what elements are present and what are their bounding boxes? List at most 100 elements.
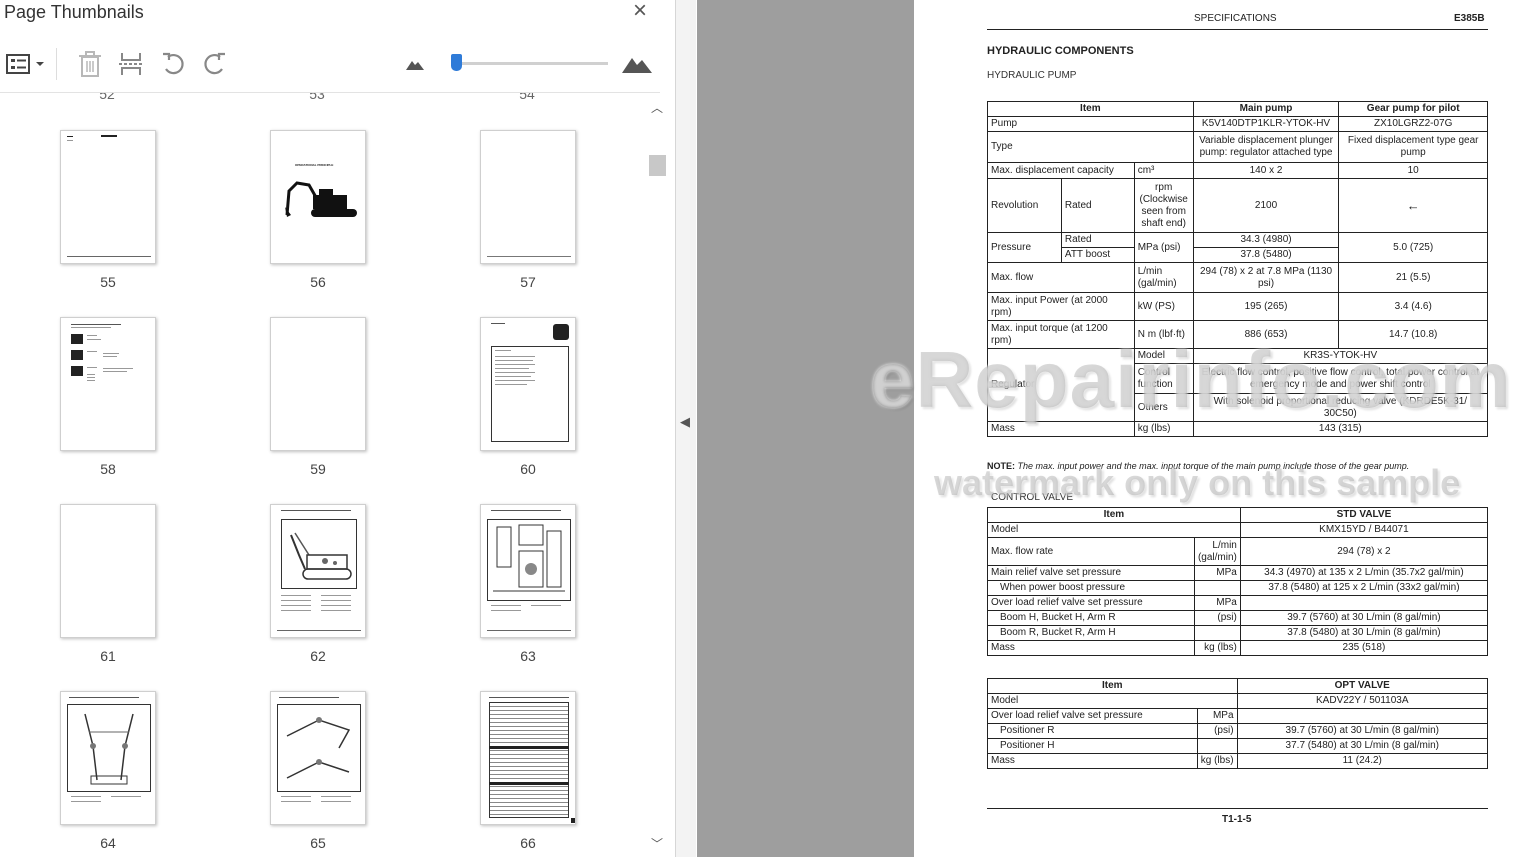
table-cell: Max. input torque (at 1200 rpm) bbox=[987, 320, 1135, 349]
table-cell: Others bbox=[1133, 393, 1194, 422]
thumbnail-label: 66 bbox=[520, 835, 536, 851]
table-cell: KMX15YD / B44071 bbox=[1239, 522, 1489, 538]
page-thumbnail[interactable]: OPERATIONAL PRINCIPLE bbox=[270, 130, 366, 264]
page-thumbnail[interactable] bbox=[480, 130, 576, 264]
table-cell: MPa (psi) bbox=[1133, 232, 1194, 263]
table-cell: Max. flow rate bbox=[987, 537, 1195, 566]
table-cell: 294 (78) x 2 at 7.8 MPa (1130 psi) bbox=[1192, 262, 1340, 293]
table-cell: Revolution bbox=[987, 178, 1062, 233]
page-thumbnail[interactable] bbox=[270, 504, 366, 638]
close-panel-button[interactable]: × bbox=[628, 0, 652, 24]
table-cell: (psi) bbox=[1193, 610, 1241, 626]
table-cell: Positioner H bbox=[987, 738, 1198, 754]
scroll-down-icon[interactable]: ﹀ bbox=[647, 835, 667, 851]
table-cell: Type bbox=[987, 131, 1194, 163]
table-cell: kg (lbs) bbox=[1193, 640, 1241, 656]
table-cell: Over load relief valve set pressure bbox=[987, 708, 1198, 724]
header-section: SPECIFICATIONS bbox=[1194, 13, 1277, 24]
page-thumbnail[interactable] bbox=[270, 691, 366, 825]
page-thumbnail[interactable] bbox=[60, 504, 156, 638]
large-mountain-icon bbox=[622, 58, 652, 73]
table-cell: Model bbox=[1133, 348, 1194, 364]
table-cell: KR3S-YTOK-HV bbox=[1192, 348, 1489, 364]
table-cell: MPa bbox=[1196, 708, 1238, 724]
excavator-diagram-image bbox=[290, 532, 352, 580]
table-cell: 5.0 (725) bbox=[1338, 232, 1488, 263]
thumbnail-label: 63 bbox=[520, 648, 536, 664]
zoom-out-thumbnails-button[interactable] bbox=[398, 48, 432, 80]
page-thumbnail[interactable] bbox=[60, 317, 156, 451]
table-header: OPT VALVE bbox=[1236, 678, 1489, 694]
table-cell: Mass bbox=[987, 640, 1195, 656]
table-cell: 235 (518) bbox=[1239, 640, 1489, 656]
table-cell bbox=[1193, 580, 1241, 596]
table-cell: Fixed displacement type gear pump bbox=[1338, 131, 1488, 163]
thumbnail-size-slider-handle[interactable] bbox=[451, 54, 462, 71]
machine-layout-image bbox=[493, 524, 565, 592]
thumbnail-label-partial: 54 bbox=[519, 93, 535, 102]
table-cell: Mass bbox=[987, 753, 1198, 769]
table-cell: ZX10LGRZ2-07G bbox=[1338, 116, 1488, 132]
delete-pages-button[interactable] bbox=[73, 48, 107, 80]
note-label: NOTE: bbox=[987, 461, 1015, 471]
header-rule bbox=[987, 29, 1488, 30]
header-model: E385B bbox=[1454, 13, 1485, 24]
table-cell: 11 (24.2) bbox=[1236, 753, 1489, 769]
table-cell: L/min (gal/min) bbox=[1193, 537, 1241, 566]
table-cell bbox=[1193, 625, 1241, 641]
table-cell: Boom R, Bucket R, Arm H bbox=[987, 625, 1195, 641]
table-header: Gear pump for pilot bbox=[1338, 101, 1488, 117]
insert-pages-icon bbox=[119, 53, 143, 75]
rotate-counterclockwise-button[interactable] bbox=[156, 48, 190, 80]
page-thumbnail[interactable] bbox=[60, 130, 156, 264]
table-cell: Max. input Power (at 2000 rpm) bbox=[987, 292, 1135, 321]
collapse-panel-icon[interactable]: ◀ bbox=[680, 414, 690, 430]
table-cell bbox=[1196, 738, 1238, 754]
table-cell: 37.7 (5480) at 30 L/min (8 gal/min) bbox=[1236, 738, 1489, 754]
thumbnail-label: 56 bbox=[310, 274, 326, 290]
page-thumbnail[interactable] bbox=[60, 691, 156, 825]
std-valve-table: Item STD VALVE Model KMX15YD / B44071 Ma… bbox=[987, 507, 1489, 656]
table-cell bbox=[1239, 595, 1489, 611]
scroll-up-icon[interactable]: ︿ bbox=[647, 99, 667, 115]
table-cell: Rated bbox=[1060, 232, 1135, 248]
thumbnail-label: 64 bbox=[100, 835, 116, 851]
table-cell: (psi) bbox=[1196, 723, 1238, 739]
rotate-clockwise-button[interactable] bbox=[198, 48, 232, 80]
page-thumbnail[interactable] bbox=[480, 317, 576, 451]
toolbar-separator bbox=[56, 48, 57, 80]
table-cell: With solenoid proportional reducing valv… bbox=[1192, 393, 1489, 422]
thumb-caption: OPERATIONAL PRINCIPLE bbox=[295, 163, 334, 167]
table-cell: Control function bbox=[1133, 363, 1194, 394]
page-thumbnail[interactable] bbox=[480, 504, 576, 638]
table-cell: rpm (Clockwise seen from shaft end) bbox=[1133, 178, 1194, 233]
table-cell: kg (lbs) bbox=[1196, 753, 1238, 769]
table-cell: 21 (5.5) bbox=[1338, 262, 1488, 293]
table-cell: Model bbox=[987, 522, 1241, 538]
insert-page-button[interactable] bbox=[114, 48, 148, 80]
excavator-image bbox=[285, 181, 357, 217]
thumbnail-scrollbar[interactable]: ︿ ﹀ bbox=[647, 93, 667, 857]
table-cell: Regulator bbox=[987, 348, 1135, 422]
page-thumbnail[interactable] bbox=[480, 691, 576, 825]
table-cell: 10 bbox=[1338, 162, 1488, 179]
table-cell: KADV22Y / 501103A bbox=[1236, 693, 1489, 709]
opt-valve-table: Item OPT VALVE Model KADV22Y / 501103A O… bbox=[987, 678, 1489, 769]
table-header: STD VALVE bbox=[1239, 507, 1489, 523]
table-cell: L/min (gal/min) bbox=[1133, 262, 1194, 293]
thumbnail-size-slider[interactable] bbox=[456, 62, 608, 65]
table-cell: N m (lbf·ft) bbox=[1133, 320, 1194, 349]
scrollbar-thumb[interactable] bbox=[649, 155, 666, 176]
zoom-in-thumbnails-button[interactable] bbox=[620, 48, 654, 80]
thumbnail-label: 60 bbox=[520, 461, 536, 477]
table-header: Main pump bbox=[1192, 101, 1340, 117]
page-thumbnail[interactable] bbox=[270, 317, 366, 451]
options-menu-button[interactable] bbox=[4, 48, 48, 80]
arm-diagram-image bbox=[286, 717, 351, 779]
thumbnail-label-partial: 53 bbox=[309, 93, 325, 102]
hydraulic-pump-table: Item Main pump Gear pump for pilot Pump … bbox=[987, 101, 1489, 437]
thumbnail-label: 57 bbox=[520, 274, 536, 290]
thumbnails-panel: Page Thumbnails × 52 53 54 55 OPERATIONA… bbox=[0, 0, 676, 857]
thumbnail-label: 59 bbox=[310, 461, 326, 477]
table-cell: 34.3 (4980) bbox=[1192, 232, 1340, 248]
